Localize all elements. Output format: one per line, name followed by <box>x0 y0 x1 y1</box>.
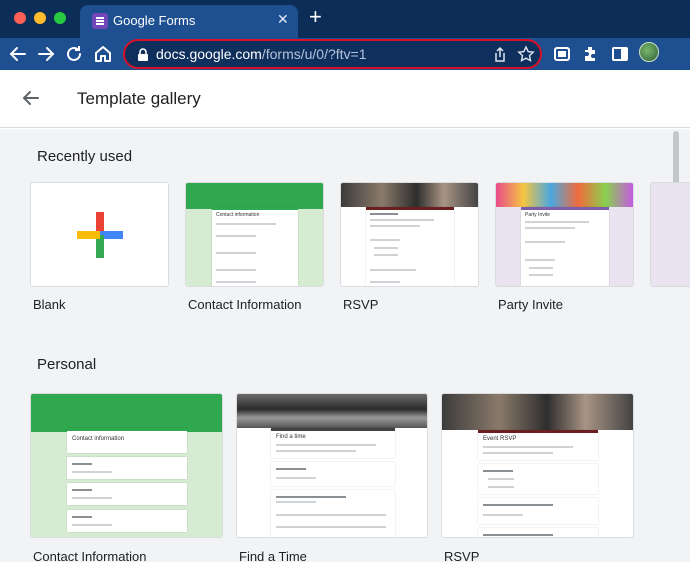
template-card-contact-information[interactable]: Contact information <box>185 182 324 287</box>
address-bar[interactable]: docs.google.com/forms/u/0/?ftv=1 <box>123 39 542 69</box>
template-gallery: Recently used Blank Contact information … <box>0 129 690 562</box>
template-card-party-invite[interactable]: Party Invite <box>495 182 634 287</box>
share-icon[interactable] <box>491 46 509 64</box>
template-card-personal-rsvp[interactable]: Event RSVP <box>441 393 634 538</box>
reload-icon[interactable] <box>62 42 86 66</box>
section-title-recent: Recently used <box>37 148 133 165</box>
back-icon[interactable] <box>6 42 30 66</box>
page-title: Template gallery <box>77 89 201 108</box>
thumbnail-title: Contact information <box>216 212 260 218</box>
back-arrow-icon[interactable] <box>20 87 42 109</box>
template-card-personal-contact-information[interactable]: Contact information <box>30 393 223 538</box>
tab-bar: Google Forms ✕ + <box>0 0 690 38</box>
template-label: Blank <box>33 297 66 312</box>
star-icon[interactable] <box>517 45 535 63</box>
section-title-personal: Personal <box>37 356 97 373</box>
template-label: RSVP <box>343 297 379 312</box>
window-close-button[interactable] <box>14 12 26 24</box>
extensions-icon[interactable] <box>579 42 603 66</box>
side-panel-icon[interactable] <box>608 42 632 66</box>
tab-title: Google Forms <box>113 13 196 28</box>
forward-icon[interactable] <box>34 42 58 66</box>
new-tab-button[interactable]: + <box>309 6 322 28</box>
page-header: Template gallery <box>0 70 690 128</box>
url-text: docs.google.com/forms/u/0/?ftv=1 <box>156 46 367 62</box>
plus-icon <box>77 212 123 258</box>
profile-avatar[interactable] <box>639 42 659 62</box>
thumbnail-title: Party Invite <box>525 212 551 218</box>
browser-toolbar: docs.google.com/forms/u/0/?ftv=1 <box>0 38 690 70</box>
template-label: Contact Information <box>188 297 302 312</box>
template-label: Party Invite <box>498 297 564 312</box>
home-icon[interactable] <box>91 42 115 66</box>
template-label: Find a Time <box>239 549 307 562</box>
lock-icon <box>138 48 148 61</box>
thumbnail-title: Find a time <box>276 434 306 440</box>
template-label: RSVP <box>444 549 480 562</box>
tab-close-icon[interactable]: ✕ <box>277 11 289 28</box>
template-card-rsvp[interactable] <box>340 182 479 287</box>
browser-tab[interactable]: Google Forms ✕ <box>80 5 298 38</box>
google-forms-icon <box>92 13 108 29</box>
thumbnail-title: Event RSVP <box>483 436 517 442</box>
tab-search-icon[interactable] <box>550 42 574 66</box>
window-zoom-button[interactable] <box>54 12 66 24</box>
template-label: Contact Information <box>33 549 147 562</box>
window-minimize-button[interactable] <box>34 12 46 24</box>
thumbnail-title: Contact information <box>72 436 125 442</box>
template-card-find-a-time[interactable]: Find a time <box>236 393 428 538</box>
template-card-blank[interactable] <box>30 182 169 287</box>
template-card-more[interactable] <box>650 182 690 287</box>
